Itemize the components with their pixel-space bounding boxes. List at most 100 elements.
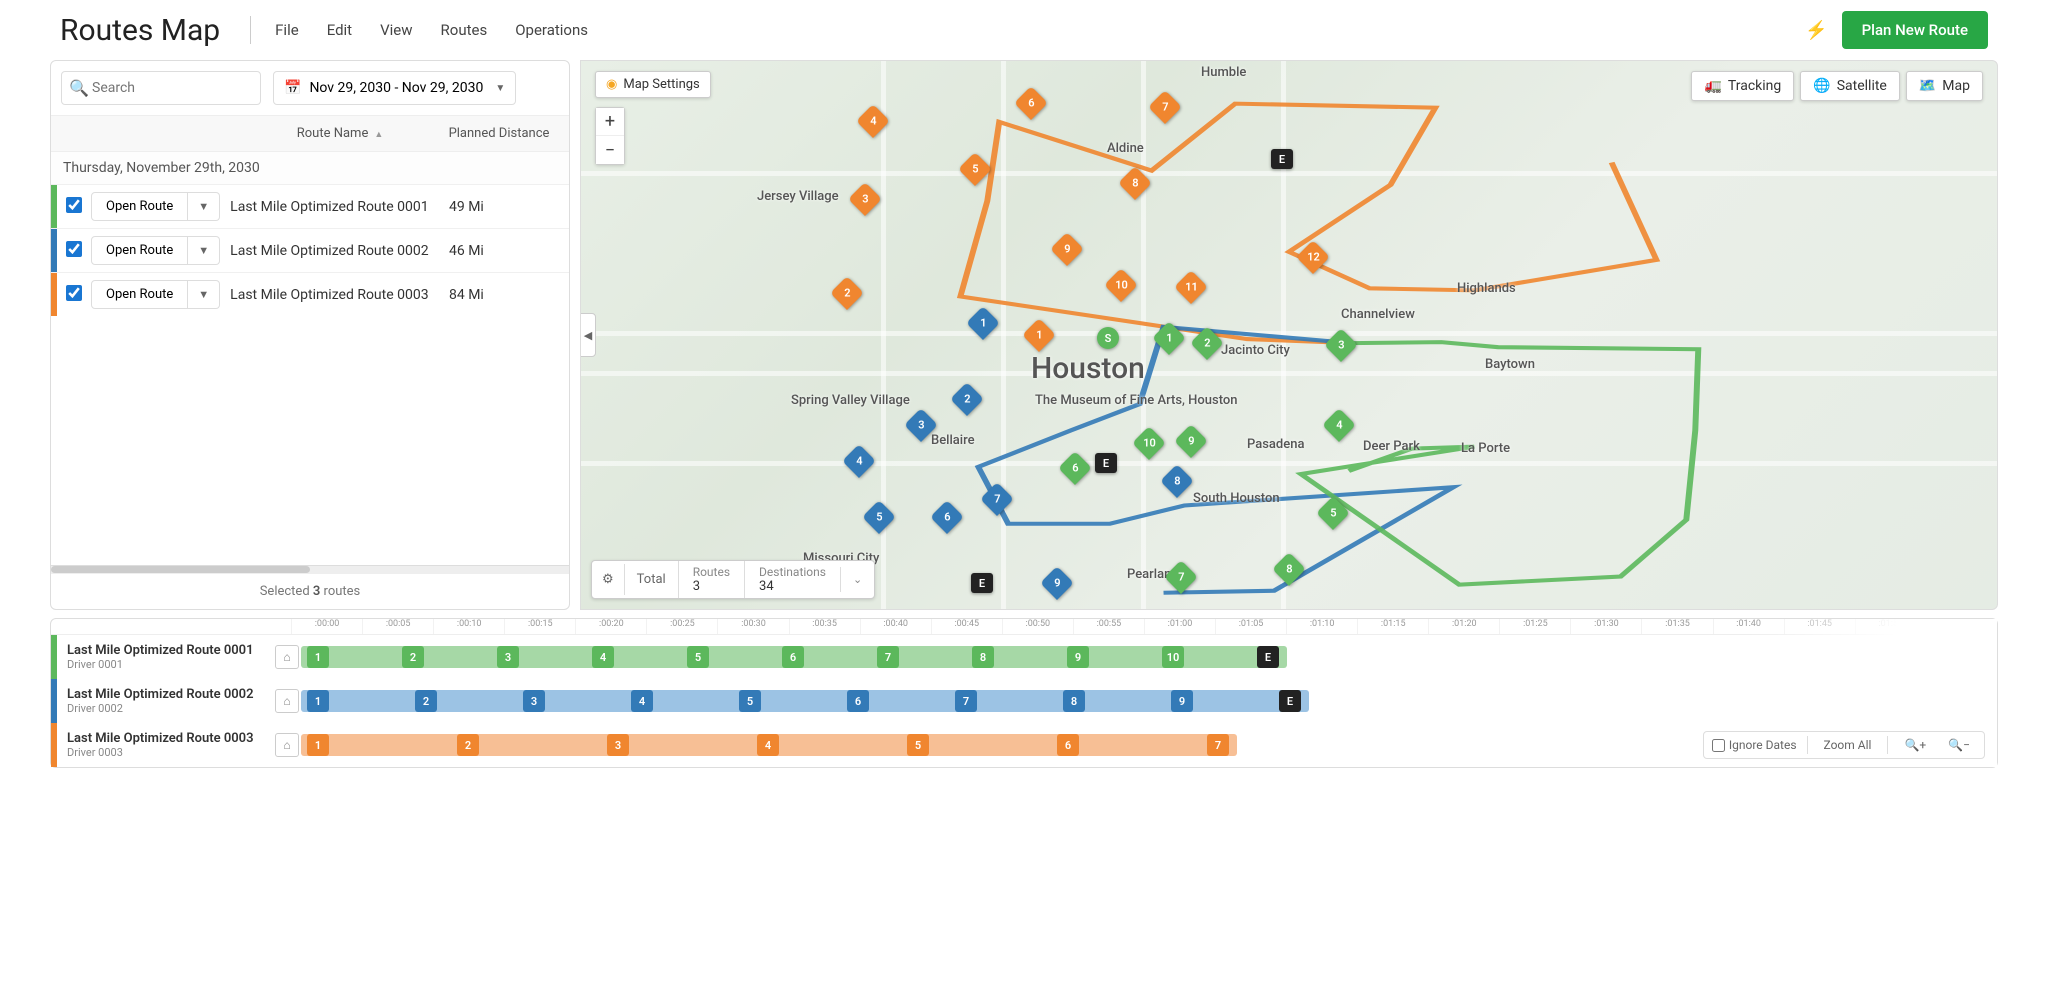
timeline-stop[interactable]: 3 — [607, 734, 629, 756]
map-marker-stop[interactable]: 7 — [980, 482, 1014, 516]
map-button[interactable]: 🗺️Map — [1906, 71, 1983, 101]
map-marker-stop[interactable]: 8 — [1160, 464, 1194, 498]
timeline-stop[interactable]: 7 — [955, 690, 977, 712]
timeline-stop[interactable]: 6 — [1057, 734, 1079, 756]
open-route-button[interactable]: Open Route — [91, 280, 188, 309]
timeline-stop[interactable]: 4 — [592, 646, 614, 668]
map-marker-stop[interactable]: 4 — [1322, 408, 1356, 442]
map-marker-stop[interactable]: 6 — [1058, 451, 1092, 485]
zoom-in-button[interactable]: + — [596, 108, 624, 136]
map-marker-stop[interactable]: 2 — [950, 382, 984, 416]
timeline-stop[interactable]: E — [1279, 690, 1301, 712]
map-marker-stop[interactable]: 6 — [1014, 86, 1048, 120]
map-marker-end[interactable]: E — [971, 573, 993, 593]
route-checkbox[interactable] — [66, 197, 82, 213]
expand-totals-icon[interactable]: ⌄ — [840, 567, 874, 592]
column-planned-distance[interactable]: Planned Distance — [429, 126, 569, 141]
zoom-in-timeline-icon[interactable]: 🔍+ — [1898, 736, 1932, 754]
bolt-icon[interactable]: ⚡ — [1805, 20, 1827, 41]
timeline-route-label[interactable]: Last Mile Optimized Route 0002Driver 000… — [57, 683, 269, 719]
gear-icon[interactable]: ⚙ — [592, 564, 625, 595]
map-marker-stop[interactable]: 5 — [1316, 496, 1350, 530]
map-marker-stop[interactable]: 5 — [958, 152, 992, 186]
timeline-stop[interactable]: E — [1257, 646, 1279, 668]
map-marker-stop[interactable]: 1 — [1022, 318, 1056, 352]
timeline-stop[interactable]: 9 — [1171, 690, 1193, 712]
timeline-route-label[interactable]: Last Mile Optimized Route 0001Driver 000… — [57, 639, 269, 675]
map-marker-stop[interactable]: 5 — [862, 500, 896, 534]
timeline-stop[interactable]: 1 — [307, 690, 329, 712]
timeline-bar[interactable]: 1 2 3 4 5 6 7 8 9 E — [301, 690, 1309, 712]
timeline-stop[interactable]: 7 — [1207, 734, 1229, 756]
map-marker-stop[interactable]: 10 — [1132, 426, 1166, 460]
map-marker-end[interactable]: E — [1095, 453, 1117, 473]
timeline-stop[interactable]: 5 — [739, 690, 761, 712]
zoom-out-timeline-icon[interactable]: 🔍− — [1942, 736, 1976, 754]
timeline-stop[interactable]: 6 — [847, 690, 869, 712]
route-row[interactable]: Open Route▼Last Mile Optimized Route 000… — [51, 272, 569, 316]
home-icon[interactable]: ⌂ — [275, 733, 299, 757]
timeline-stop[interactable]: 4 — [757, 734, 779, 756]
timeline-bar[interactable]: 1 2 3 4 5 6 7 — [301, 734, 1237, 756]
collapse-panel-handle[interactable]: ◀ — [580, 313, 596, 357]
search-input[interactable] — [61, 71, 261, 105]
map-marker-stop[interactable]: 3 — [848, 182, 882, 216]
timeline-stop[interactable]: 10 — [1162, 646, 1184, 668]
map-marker-stop[interactable]: 7 — [1164, 560, 1198, 594]
timeline-stop[interactable]: 8 — [1063, 690, 1085, 712]
timeline-stop[interactable]: 5 — [687, 646, 709, 668]
timeline-stop[interactable]: 6 — [782, 646, 804, 668]
menu-view[interactable]: View — [366, 15, 426, 45]
map-marker-stop[interactable]: 7 — [1148, 90, 1182, 124]
map-marker-start[interactable]: S — [1097, 327, 1119, 349]
map-marker-stop[interactable]: 1 — [1152, 321, 1186, 355]
zoom-out-button[interactable]: − — [596, 136, 624, 164]
timeline-stop[interactable]: 5 — [907, 734, 929, 756]
tracking-button[interactable]: 🚛Tracking — [1691, 71, 1794, 101]
map-marker-stop[interactable]: 9 — [1174, 424, 1208, 458]
timeline-stop[interactable]: 7 — [877, 646, 899, 668]
route-checkbox[interactable] — [66, 285, 82, 301]
open-route-dropdown[interactable]: ▼ — [188, 280, 220, 309]
timeline-stop[interactable]: 1 — [307, 646, 329, 668]
route-row[interactable]: Open Route▼Last Mile Optimized Route 000… — [51, 184, 569, 228]
route-checkbox[interactable] — [66, 241, 82, 257]
timeline-stop[interactable]: 9 — [1067, 646, 1089, 668]
menu-file[interactable]: File — [261, 15, 313, 45]
route-row[interactable]: Open Route▼Last Mile Optimized Route 000… — [51, 228, 569, 272]
map-settings-button[interactable]: ◉ Map Settings — [595, 71, 711, 98]
map-marker-stop[interactable]: 9 — [1040, 566, 1074, 600]
timeline-stop[interactable]: 8 — [972, 646, 994, 668]
map-panel[interactable]: Houston CypressSpring Valley VillageAldi… — [580, 60, 1998, 610]
open-route-dropdown[interactable]: ▼ — [188, 192, 220, 221]
menu-operations[interactable]: Operations — [501, 15, 602, 45]
timeline-stop[interactable]: 3 — [497, 646, 519, 668]
column-route-name[interactable]: Route Name▲ — [251, 126, 429, 141]
horizontal-scrollbar[interactable] — [51, 565, 569, 573]
timeline-bar[interactable]: 1 2 3 4 5 6 7 8 9 10 E — [301, 646, 1287, 668]
open-route-dropdown[interactable]: ▼ — [188, 236, 220, 265]
map-marker-stop[interactable]: 8 — [1272, 552, 1306, 586]
map-marker-stop[interactable]: 9 — [1050, 232, 1084, 266]
map-marker-stop[interactable]: 4 — [842, 444, 876, 478]
timeline-stop[interactable]: 2 — [457, 734, 479, 756]
timeline-stop[interactable]: 1 — [307, 734, 329, 756]
map-marker-end[interactable]: E — [1271, 149, 1293, 169]
home-icon[interactable]: ⌂ — [275, 645, 299, 669]
home-icon[interactable]: ⌂ — [275, 689, 299, 713]
plan-new-route-button[interactable]: Plan New Route — [1842, 11, 1988, 49]
menu-routes[interactable]: Routes — [427, 15, 502, 45]
map-marker-stop[interactable]: 10 — [1104, 268, 1138, 302]
ignore-dates-checkbox[interactable]: Ignore Dates — [1712, 738, 1797, 752]
timeline-stop[interactable]: 4 — [631, 690, 653, 712]
map-marker-stop[interactable]: 2 — [830, 276, 864, 310]
timeline-stop[interactable]: 2 — [402, 646, 424, 668]
map-marker-stop[interactable]: 12 — [1296, 240, 1330, 274]
open-route-button[interactable]: Open Route — [91, 192, 188, 221]
date-range-button[interactable]: 📅 Nov 29, 2030 - Nov 29, 2030 ▼ — [273, 71, 516, 105]
menu-edit[interactable]: Edit — [313, 15, 366, 45]
timeline-stop[interactable]: 2 — [415, 690, 437, 712]
zoom-all-button[interactable]: Zoom All — [1818, 736, 1878, 754]
timeline-route-label[interactable]: Last Mile Optimized Route 0003Driver 000… — [57, 727, 269, 763]
timeline-stop[interactable]: 3 — [523, 690, 545, 712]
